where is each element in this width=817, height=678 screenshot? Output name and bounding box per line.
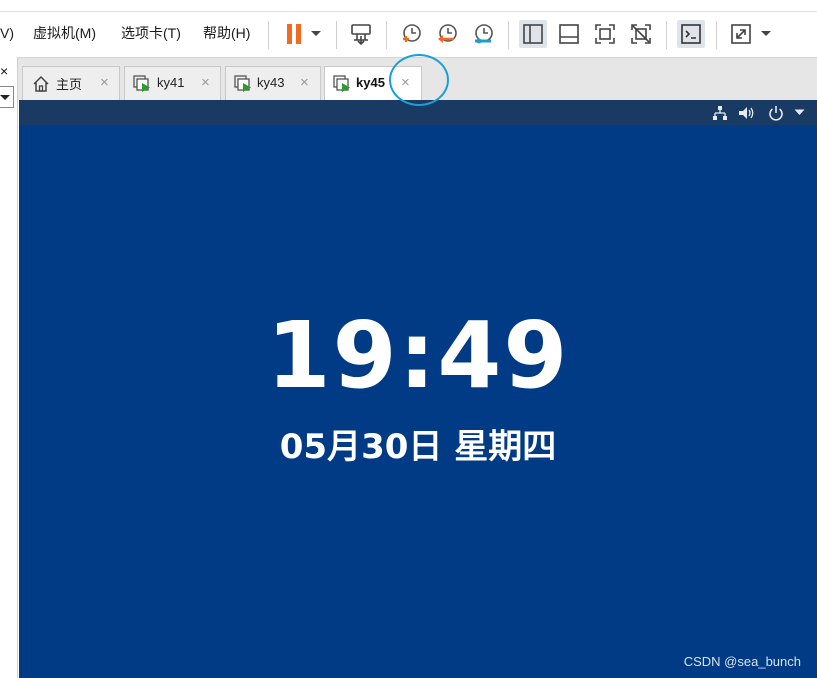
power-dropdown-button[interactable] (305, 20, 327, 48)
pause-button[interactable] (280, 20, 308, 48)
tab-label: ky43 (257, 75, 285, 90)
tab-home[interactable]: 主页 × (22, 66, 120, 100)
tab-label: ky41 (157, 75, 185, 90)
menu-vm[interactable]: 虚拟机(M) (33, 23, 96, 43)
network-icon[interactable] (712, 105, 728, 121)
vm-running-icon (234, 75, 251, 92)
take-snapshot-button[interactable] (397, 20, 425, 48)
revert-snapshot-button[interactable] (433, 20, 461, 48)
toolbar-separator (386, 21, 387, 49)
toolbar-separator (268, 21, 269, 49)
thumbnail-view-icon (559, 24, 579, 44)
lock-screen-date: 05月30日 星期四 (279, 427, 557, 467)
volume-icon[interactable] (738, 105, 756, 121)
power-icon[interactable] (768, 105, 784, 121)
stretch-dropdown-button[interactable] (755, 20, 777, 48)
revert-snapshot-icon (438, 24, 457, 43)
dropdown-arrow-icon[interactable] (794, 109, 805, 116)
menu-tabs[interactable]: 选项卡(T) (121, 23, 181, 43)
vm-console-screen[interactable]: 19:49 05月30日 星期四 CSDN @sea_bunch (19, 100, 817, 678)
menu-view[interactable]: V) (0, 23, 14, 43)
close-library-button[interactable]: × (0, 63, 8, 79)
stretch-icon (731, 24, 751, 44)
unity-button[interactable] (627, 20, 655, 48)
toolbar-separator (666, 21, 667, 49)
watermark: CSDN @sea_bunch (683, 654, 801, 669)
tab-close-button[interactable]: × (100, 73, 109, 93)
vm-running-icon (333, 75, 350, 92)
vm-top-panel (19, 100, 817, 125)
tab-close-button[interactable]: × (201, 73, 210, 93)
unity-icon (631, 24, 651, 44)
tab-ky41[interactable]: ky41 × (124, 66, 221, 100)
tab-bar: 主页 × ky41 × ky43 × ky45 × (0, 57, 817, 101)
send-ctrl-alt-del-button[interactable] (347, 20, 375, 48)
toolbar-separator (716, 21, 717, 49)
tab-ky45[interactable]: ky45 × (324, 66, 422, 101)
library-view-button[interactable] (519, 20, 547, 48)
library-view-icon (523, 24, 543, 44)
fullscreen-icon (595, 24, 615, 44)
thumbnail-view-button[interactable] (555, 20, 583, 48)
send-ctrl-alt-del-icon (351, 24, 371, 46)
stretch-button[interactable] (727, 20, 755, 48)
dropdown-arrow-icon (311, 31, 321, 36)
dropdown-arrow-icon (761, 31, 771, 36)
home-icon (33, 75, 49, 92)
toolbar-separator (508, 21, 509, 49)
snapshot-manager-icon (475, 24, 493, 44)
pause-icon (287, 24, 301, 44)
console-view-button[interactable] (677, 20, 705, 48)
tab-label: 主页 (56, 77, 83, 92)
vm-running-icon (133, 75, 150, 92)
lock-screen-clock: 19:49 (266, 302, 570, 409)
menu-help[interactable]: 帮助(H) (203, 23, 250, 43)
tab-ky43[interactable]: ky43 × (225, 66, 321, 100)
menu-toolbar-row: V) 虚拟机(M) 选项卡(T) 帮助(H) (0, 13, 817, 56)
fullscreen-button[interactable] (591, 20, 619, 48)
dropdown-arrow-icon (0, 95, 10, 100)
console-view-icon (681, 24, 701, 44)
window-top-strip (0, 0, 817, 12)
snapshot-manager-button[interactable] (469, 20, 497, 48)
tab-close-button[interactable]: × (300, 73, 309, 93)
toolbar-separator (336, 21, 337, 49)
tab-label: ky45 (356, 75, 385, 90)
snapshot-icon (403, 24, 421, 42)
library-filter-dropdown[interactable] (0, 86, 14, 108)
library-panel: × (0, 57, 18, 678)
tab-close-button[interactable]: × (401, 73, 410, 93)
